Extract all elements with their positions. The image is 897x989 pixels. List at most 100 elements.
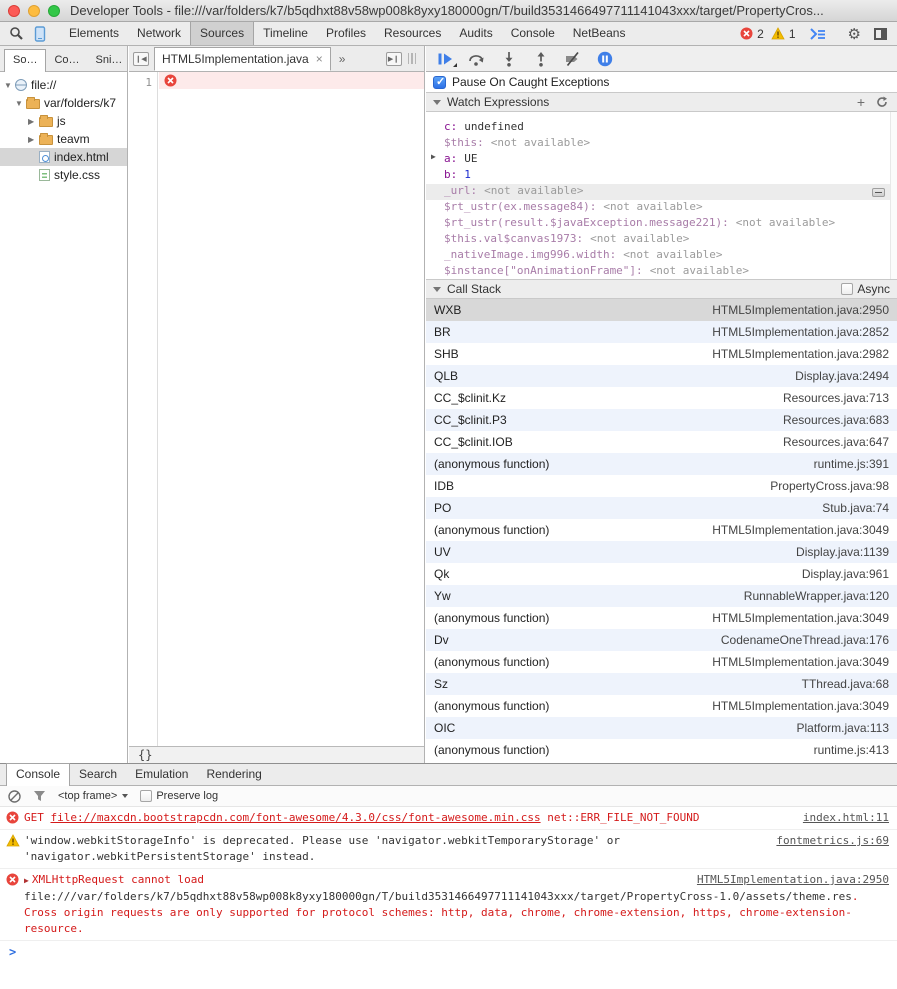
expand-message-icon[interactable]: ▶: [24, 876, 29, 885]
watch-expression[interactable]: $rt_ustr(ex.message84):<not available>: [426, 200, 897, 216]
call-stack-frame[interactable]: (anonymous function) HTML5Implementation…: [426, 607, 897, 629]
file-tree-item[interactable]: ▼ var/folders/k7: [0, 94, 127, 112]
filter-icon[interactable]: [33, 790, 46, 802]
async-checkbox[interactable]: [841, 283, 853, 295]
call-stack-frame[interactable]: BR HTML5Implementation.java:2852: [426, 321, 897, 343]
error-badge-icon[interactable]: [740, 27, 753, 40]
panel-tab[interactable]: Elements: [60, 22, 128, 45]
step-into-button[interactable]: [500, 50, 517, 67]
watch-expressions-header[interactable]: Watch Expressions +: [426, 92, 897, 112]
panel-tab[interactable]: Sources: [190, 22, 254, 45]
clear-console-icon[interactable]: [8, 790, 21, 803]
watch-expression[interactable]: ▶a:UE: [426, 152, 897, 168]
frame-location[interactable]: TThread.java:68: [802, 677, 889, 691]
settings-gear-icon[interactable]: ⚙: [848, 25, 861, 43]
frame-location[interactable]: Display.java:1139: [796, 545, 889, 559]
tree-disclosure-icon[interactable]: ▼: [15, 99, 26, 108]
watch-expression[interactable]: _url:<not available>: [426, 184, 897, 200]
preserve-log-checkbox[interactable]: [140, 790, 152, 802]
call-stack-frame[interactable]: Sz TThread.java:68: [426, 673, 897, 695]
frame-location[interactable]: HTML5Implementation.java:2982: [712, 347, 889, 361]
frame-location[interactable]: Display.java:2494: [795, 369, 889, 383]
navigator-tab[interactable]: Sni…: [88, 50, 131, 71]
remove-watch-icon[interactable]: [872, 188, 885, 197]
frame-location[interactable]: Resources.java:647: [783, 435, 889, 449]
watch-expression[interactable]: _nativeImage.img996.width:<not available…: [426, 248, 897, 264]
frame-location[interactable]: HTML5Implementation.java:3049: [712, 523, 889, 537]
close-window-button[interactable]: [8, 5, 20, 17]
navigator-tab[interactable]: Co…: [46, 50, 87, 71]
frame-location[interactable]: runtime.js:391: [814, 457, 889, 471]
pretty-print-button[interactable]: {}: [129, 748, 161, 762]
source-link[interactable]: fontmetrics.js:69: [776, 833, 889, 849]
pause-on-exceptions-button[interactable]: [596, 50, 613, 67]
frame-location[interactable]: HTML5Implementation.java:2852: [712, 325, 889, 339]
search-icon[interactable]: [6, 24, 26, 44]
panel-tab[interactable]: Profiles: [317, 22, 375, 45]
panel-tab[interactable]: NetBeans: [564, 22, 635, 45]
minimize-window-button[interactable]: [28, 5, 40, 17]
editor-tab[interactable]: HTML5Implementation.java ×: [154, 47, 331, 71]
console-prompt[interactable]: >: [0, 941, 897, 963]
watch-disclosure-icon[interactable]: ▶: [431, 152, 436, 161]
frame-location[interactable]: HTML5Implementation.java:2950: [712, 303, 889, 317]
watch-expression[interactable]: b:1: [426, 168, 897, 184]
frame-location[interactable]: Resources.java:713: [783, 391, 889, 405]
frame-location[interactable]: Platform.java:113: [797, 721, 890, 735]
call-stack-frame[interactable]: (anonymous function) HTML5Implementation…: [426, 519, 897, 541]
frame-context-selector[interactable]: <top frame>: [58, 790, 128, 802]
watch-expression[interactable]: $this.val$canvas1973:<not available>: [426, 232, 897, 248]
dock-side-icon[interactable]: [874, 28, 887, 40]
panel-tab[interactable]: Console: [502, 22, 564, 45]
more-tabs-icon[interactable]: »: [339, 52, 346, 66]
call-stack-frame[interactable]: IDB PropertyCross.java:98: [426, 475, 897, 497]
navigator-tab[interactable]: So…: [4, 49, 46, 72]
file-tree-item[interactable]: index.html: [0, 148, 127, 166]
tree-disclosure-icon[interactable]: ▶: [28, 135, 39, 144]
console-drawer-toggle-icon[interactable]: [809, 27, 827, 41]
tree-disclosure-icon[interactable]: ▶: [28, 117, 39, 126]
watch-expression[interactable]: $rt_ustr(result.$javaException.message22…: [426, 216, 897, 232]
refresh-watch-icon[interactable]: [876, 96, 888, 108]
panel-tab[interactable]: Resources: [375, 22, 450, 45]
frame-location[interactable]: HTML5Implementation.java:3049: [712, 611, 889, 625]
frame-location[interactable]: Stub.java:74: [822, 501, 889, 515]
call-stack-frame[interactable]: CC_$clinit.P3 Resources.java:683: [426, 409, 897, 431]
call-stack-frame[interactable]: (anonymous function) runtime.js:413: [426, 739, 897, 761]
file-tree-item[interactable]: style.css: [0, 166, 127, 184]
frame-location[interactable]: RunnableWrapper.java:120: [744, 589, 889, 603]
call-stack-frame[interactable]: (anonymous function) HTML5Implementation…: [426, 695, 897, 717]
drawer-tab[interactable]: Console: [6, 763, 70, 786]
call-stack-frame[interactable]: OIC Platform.java:113: [426, 717, 897, 739]
step-out-button[interactable]: [532, 50, 549, 67]
tree-disclosure-icon[interactable]: ▼: [4, 81, 15, 90]
frame-location[interactable]: PropertyCross.java:98: [770, 479, 889, 493]
file-tree-item[interactable]: ▼ file://: [0, 76, 127, 94]
highlighted-error-line[interactable]: [159, 72, 424, 89]
zoom-window-button[interactable]: [48, 5, 60, 17]
call-stack-header[interactable]: Call Stack Async: [426, 279, 897, 299]
call-stack-frame[interactable]: CC_$clinit.Kz Resources.java:713: [426, 387, 897, 409]
panel-tab[interactable]: Timeline: [254, 22, 317, 45]
frame-location[interactable]: HTML5Implementation.java:3049: [712, 655, 889, 669]
watch-expression[interactable]: $this:<not available>: [426, 136, 897, 152]
frame-location[interactable]: Resources.java:683: [783, 413, 889, 427]
file-tree-item[interactable]: ▶ teavm: [0, 130, 127, 148]
watch-scrollbar[interactable]: [890, 112, 897, 279]
warning-badge-icon[interactable]: [771, 27, 785, 40]
deactivate-breakpoints-button[interactable]: [564, 50, 581, 67]
drawer-tab[interactable]: Emulation: [126, 764, 197, 785]
step-over-button[interactable]: [468, 50, 485, 67]
frame-location[interactable]: HTML5Implementation.java:3049: [712, 699, 889, 713]
frame-location[interactable]: runtime.js:413: [814, 743, 889, 757]
call-stack-frame[interactable]: Qk Display.java:961: [426, 563, 897, 585]
frame-location[interactable]: Display.java:961: [802, 567, 889, 581]
pause-on-caught-checkbox[interactable]: [433, 76, 446, 89]
watch-expression[interactable]: $instance["onAnimationFrame"]:<not avail…: [426, 264, 897, 279]
panel-tab[interactable]: Audits: [450, 22, 501, 45]
frame-location[interactable]: CodenameOneThread.java:176: [721, 633, 889, 647]
call-stack-frame[interactable]: SHB HTML5Implementation.java:2982: [426, 343, 897, 365]
call-stack-frame[interactable]: WXB HTML5Implementation.java:2950: [426, 299, 897, 321]
drawer-tab[interactable]: Rendering: [197, 764, 270, 785]
source-link[interactable]: HTML5Implementation.java:2950: [697, 872, 889, 888]
